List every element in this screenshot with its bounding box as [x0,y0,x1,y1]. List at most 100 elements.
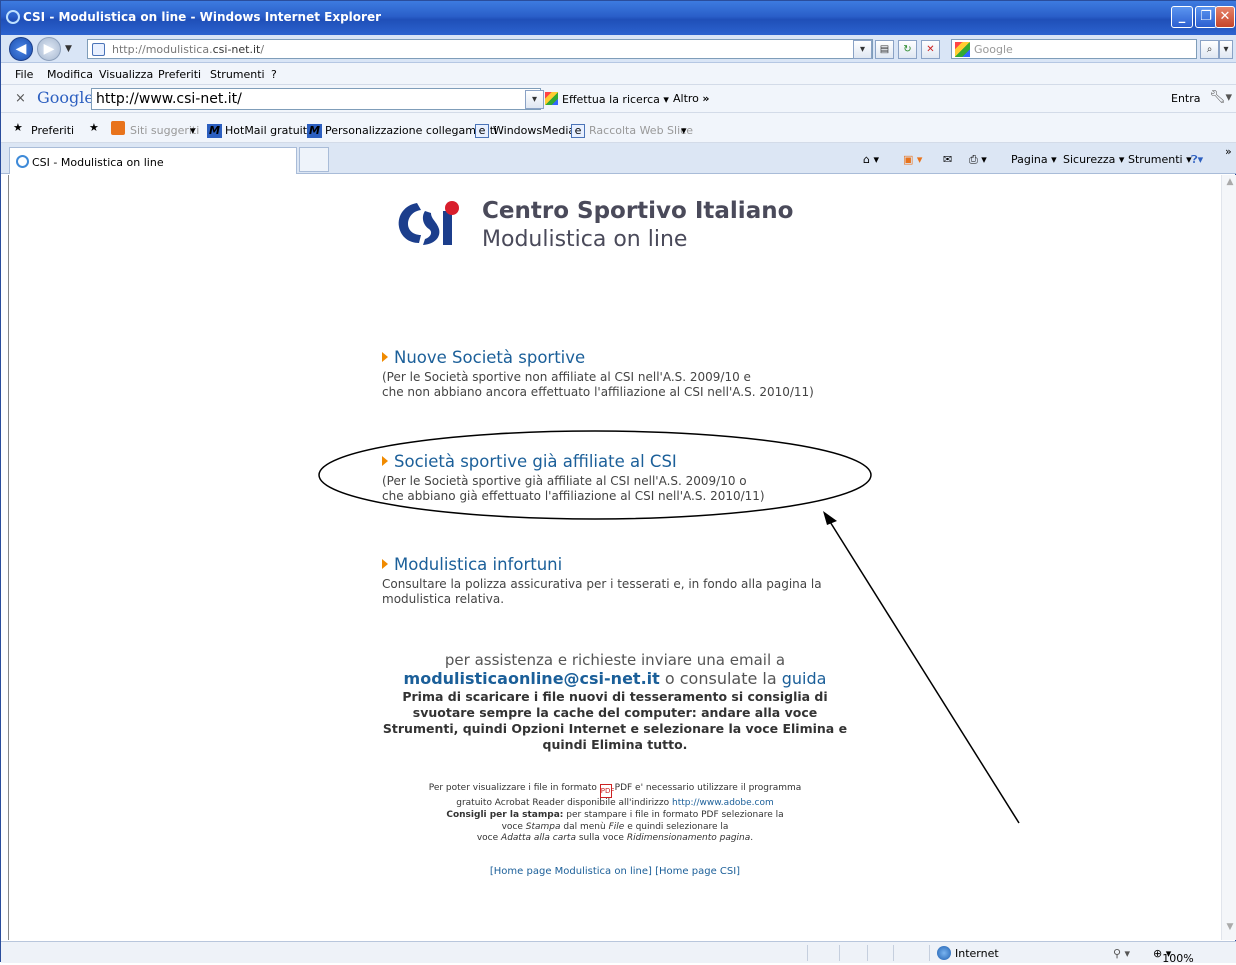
back-button[interactable]: ◀ [9,37,33,61]
nuove-societa-link[interactable]: Nuove Società sportive [382,348,862,367]
print-icon[interactable]: ⎙ ▾ [969,153,987,167]
menu-strumenti[interactable]: Strumenti [210,68,265,81]
google-toolbar: × Google http://www.csi-net.it/ ▾ Effett… [1,85,1236,113]
support-email-link[interactable]: modulisticaonline@csi-net.it [404,669,660,688]
description-line: Consultare la polizza assicurativa per i… [382,577,822,591]
menu-visualizza[interactable]: Visualizza [99,68,153,81]
close-toolbar-icon[interactable]: × [15,91,26,106]
google-search-input[interactable]: http://www.csi-net.it/ [91,88,541,110]
address-bar-row: ◀ ▶ ▼ http://modulistica.csi-net.it/ ▾ ▤… [1,35,1236,63]
menu-file[interactable]: File [15,68,33,81]
csi-logo [398,201,459,245]
bullet-arrow-icon [382,456,388,466]
compatibility-view-icon[interactable]: ▤ [875,40,894,59]
help-icon[interactable]: ❓︎▾ [1191,153,1203,167]
scroll-down-icon[interactable]: ▼ [1223,922,1236,938]
new-tab-button[interactable] [299,147,329,172]
refresh-icon[interactable]: ↻ [898,40,917,59]
protected-mode-icon[interactable]: ⚲ ▾ [1113,947,1130,960]
search-placeholder: Google [974,43,1013,56]
search-button[interactable]: ⌕ [1200,40,1219,59]
zone-label: Internet [955,947,999,960]
url-prefix: http://modulistica. [112,43,213,56]
pdf-note-text: e quindi selezionare la [627,821,729,832]
menu-modifica[interactable]: Modifica [47,68,93,81]
web-slice-dropdown-icon[interactable]: ▾ [681,124,687,137]
assistance-intro: per assistenza e richieste inviare una e… [444,651,786,669]
google-search-icon [955,42,970,57]
suggested-sites-icon [111,121,125,135]
warning-line: quindi Elimina tutto. [542,737,688,752]
bullet-arrow-icon [382,559,388,569]
pdf-icon: PDF [599,784,614,798]
modulistica-infortuni-link[interactable]: Modulistica infortuni [382,555,862,574]
guide-link[interactable]: guida [782,669,827,688]
fav-item-web-slice[interactable]: Raccolta Web Slice [589,124,693,137]
wrench-icon[interactable]: 🔧︎▾ [1209,90,1232,105]
societa-affiliate-link[interactable]: Società sportive già affiliate al CSI [382,452,862,471]
google-icon [545,92,558,105]
chevron-more-icon[interactable]: » [1225,145,1232,158]
adobe-link[interactable]: http://www.adobe.com [672,798,774,808]
mail-icon[interactable]: ✉ [943,153,952,166]
section-heading: Nuove Società sportive [394,348,586,367]
more-button[interactable]: Altro » [673,92,710,105]
favorites-button[interactable]: Preferiti [31,124,74,137]
google-search-dropdown[interactable]: ▾ [525,90,544,109]
fav-item-windowsmedia[interactable]: WindowsMedia [493,124,575,137]
home-icon[interactable]: ⌂ ▾ [863,153,879,166]
tools-menu[interactable]: Strumenti ▾ [1128,153,1192,166]
address-input[interactable]: http://modulistica.csi-net.it/ [87,39,873,59]
home-modulistica-link[interactable]: [Home page Modulistica on line] [490,866,652,877]
pdf-note-text: gratuito Acrobat Reader disponibile all'… [456,798,670,808]
cache-warning: Prima di scaricare i file nuovi di tesse… [379,689,851,753]
status-separator [867,945,868,961]
maximize-button[interactable]: ❐ [1195,6,1217,28]
fav-item-personalizzazione[interactable]: Personalizzazione collegamenti [325,124,497,137]
description-line: che non abbiano ancora effettuato l'affi… [382,385,814,399]
stop-icon[interactable]: ✕ [921,40,940,59]
url-suffix: / [260,43,265,56]
menu-bar: File Modifica Visualizza Preferiti Strum… [1,63,1236,85]
menu-help[interactable]: ? [271,68,277,81]
signin-button[interactable]: Entra [1171,92,1201,105]
print-tips-label: Consigli per la stampa: [446,809,564,820]
minimize-button[interactable]: _ [1171,6,1193,28]
search-options-button[interactable]: ▾ [1219,40,1233,59]
page-menu[interactable]: Pagina ▾ [1011,153,1057,166]
fav-item-suggested-sites[interactable]: Siti suggeriti [130,124,199,137]
security-menu[interactable]: Sicurezza ▾ [1063,153,1124,166]
feeds-icon[interactable]: ▣ ▾ [903,153,922,166]
tab-label: CSI - Modulistica on line [32,156,164,169]
section-nuove-societa: Nuove Società sportive (Per le Società s… [382,348,862,400]
security-menu-label: Sicurezza [1063,153,1116,166]
assistance-contacts: modulisticaonline@csi-net.it o consulate… [379,669,851,688]
tab-csi-modulistica[interactable]: CSI - Modulistica on line [9,147,297,174]
search-label: Effettua la ricerca [562,93,660,106]
zoom-control[interactable]: ⊕ 100% ▾ [1153,947,1194,965]
pdf-note-text: dal menù [563,821,606,832]
section-description: (Per le Società sportive non affiliate a… [382,370,862,400]
vertical-scrollbar[interactable]: ▲ ▼ [1221,175,1236,940]
description-line: che abbiano già effettuato l'affiliazion… [382,489,765,503]
hotmail-icon: M [207,124,222,138]
add-favorite-icon[interactable]: ★ [89,121,103,135]
forward-button[interactable]: ▶ [37,37,61,61]
google-search-button[interactable]: Effettua la ricerca ▾ [545,92,669,106]
window-title: CSI - Modulistica on line - Windows Inte… [23,10,381,24]
search-input[interactable]: Google [951,39,1197,59]
favorites-bar: ★ Preferiti ★ Siti suggeriti ▾ M HotMail… [1,113,1236,143]
close-button[interactable]: ✕ [1215,6,1235,28]
address-dropdown-button[interactable]: ▾ [853,40,872,59]
pdf-note-text: voce [476,833,499,844]
google-logo: Google [37,88,94,107]
fav-item-hotmail[interactable]: HotMail gratuita [225,124,314,137]
or-text: o consulate la [664,669,777,688]
dropdown-icon[interactable]: ▾ [190,124,196,137]
history-dropdown-icon[interactable]: ▼ [65,44,72,54]
home-csi-link[interactable]: [Home page CSI] [655,866,740,877]
tab-row: CSI - Modulistica on line ⌂ ▾ ▣ ▾ ✉ ⎙ ▾ … [1,143,1236,174]
pdf-note-text: voce [501,821,523,832]
menu-preferiti[interactable]: Preferiti [158,68,201,81]
scroll-up-icon[interactable]: ▲ [1223,177,1236,193]
